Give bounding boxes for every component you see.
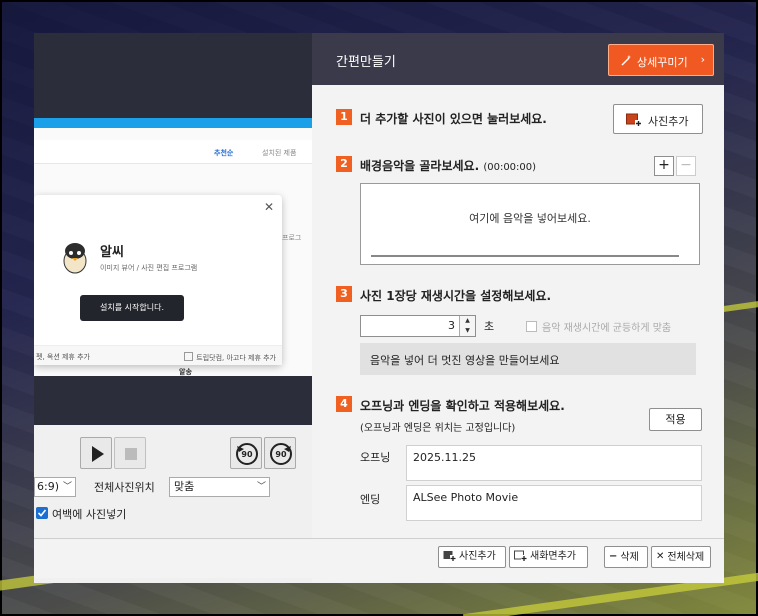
checkmark-icon (37, 509, 47, 517)
quick-make-panel: 간편만들기 상세꾸미기 › 1 더 추가할 사진이 있으면 눌러보세요. 사진추… (312, 33, 724, 583)
music-placeholder: 여기에 음악을 넣어보세요. (469, 212, 591, 225)
add-photo-button[interactable]: 사진추가 (613, 104, 703, 134)
ending-label: 엔딩 (360, 493, 381, 506)
add-music-button[interactable]: + (654, 156, 674, 176)
even-duration-checkbox[interactable] (526, 321, 537, 332)
photo-position-value: 맞춤 (174, 480, 195, 493)
music-scrollbar[interactable] (371, 255, 679, 257)
minus-icon: − (609, 551, 618, 562)
step-3-number: 3 (336, 286, 352, 302)
add-new-screen-label: 새화면추가 (530, 551, 576, 562)
side-text: 프로그 (282, 234, 302, 242)
margin-photo-label: 여백에 사진넣기 (52, 508, 127, 521)
magic-wand-icon (621, 55, 632, 66)
ending-field[interactable]: ALSee Photo Movie (406, 485, 702, 521)
music-duration: (00:00:00) (483, 162, 537, 173)
aspect-ratio-select[interactable]: 6:9) ﹀ (34, 477, 76, 497)
chevron-right-icon: › (700, 53, 705, 66)
step-1-number: 1 (336, 109, 352, 125)
step-4-text: 오프닝과 엔딩을 확인하고 적용해보세요. (360, 399, 565, 413)
delete-label: 삭제 (620, 552, 639, 563)
preview-header-bar (34, 118, 312, 128)
step-4-subtext: (오프닝과 엔딩은 위치는 고정입니다) (360, 423, 516, 434)
svg-text:90: 90 (241, 450, 253, 459)
delete-button[interactable]: − 삭제 (604, 546, 648, 568)
step-1-text: 더 추가할 사진이 있으면 눌러보세요. (360, 112, 547, 126)
forward-button[interactable]: 90 (264, 437, 296, 469)
bottom-add-photo-label: 사진추가 (459, 551, 496, 562)
rewind-button[interactable]: 90 (230, 437, 262, 469)
chevron-down-icon: ﹀ (62, 482, 72, 492)
photo-position-label: 전체사진위치 (94, 481, 155, 494)
footer-right-text[interactable]: 트립닷컴, 아고다 제휴 추가 (184, 352, 276, 363)
panel-title: 간편만들기 (336, 55, 396, 70)
delete-all-label: 전체삭제 (667, 552, 705, 563)
dialog-footer: 펫, 옥션 제휴 추가 트립닷컴, 아고다 제휴 추가 (34, 345, 282, 365)
even-duration-label: 음악 재생시간에 균등하게 맞춤 (542, 323, 672, 334)
add-screen-icon (514, 550, 527, 562)
music-drop-area[interactable]: 여기에 음악을 넣어보세요. (360, 183, 700, 265)
stop-button[interactable] (114, 437, 146, 469)
svg-text:90: 90 (275, 450, 287, 459)
photo-position-select[interactable]: 맞춤 ﹀ (169, 477, 270, 497)
add-photo-icon (443, 551, 456, 562)
photo-movie-window: 추천순 설치된 제품 프로그 알송 ✕ 알씨 이미지 뷰어 / 사진 편집 프로… (34, 33, 724, 583)
opening-field[interactable]: 2025.11.25 (406, 445, 702, 481)
install-dialog: ✕ 알씨 이미지 뷰어 / 사진 편집 프로그램 설치를 시작합니다. 펫, 옥… (34, 195, 282, 365)
mascot-icon (63, 243, 87, 274)
close-icon: ✕ (656, 551, 665, 562)
step-3-text: 사진 1장당 재생시간을 설정해보세요. (360, 289, 552, 303)
sort-label: 추천순 (214, 149, 234, 157)
remove-music-button[interactable]: − (676, 156, 696, 176)
step-2-number: 2 (336, 156, 352, 172)
detail-decorate-button[interactable]: 상세꾸미기 › (608, 44, 714, 76)
bottom-add-photo-button[interactable]: 사진추가 (438, 546, 506, 568)
preview-area: 추천순 설치된 제품 프로그 알송 ✕ 알씨 이미지 뷰어 / 사진 편집 프로… (34, 33, 312, 425)
apply-button[interactable]: 적용 (649, 408, 702, 431)
rotate-right-icon: 90 (270, 443, 292, 465)
step-2-text: 배경음악을 골라보세요. (00:00:00) (360, 157, 536, 174)
install-button[interactable]: 설치를 시작합니다. (80, 295, 184, 321)
duration-value: 3 (448, 319, 455, 332)
preview-panel: 추천순 설치된 제품 프로그 알송 ✕ 알씨 이미지 뷰어 / 사진 편집 프로… (34, 33, 312, 583)
aspect-ratio-value: 6:9) (37, 480, 59, 493)
stepper-arrows[interactable]: ▲ ▼ (459, 316, 475, 336)
add-photo-icon (626, 113, 642, 127)
add-new-screen-button[interactable]: 새화면추가 (509, 546, 588, 568)
music-note-text: 음악을 넣어 더 멋진 영상을 만들어보세요 (370, 354, 560, 367)
step-4-number: 4 (336, 396, 352, 412)
opening-label: 오프닝 (360, 451, 391, 464)
bottom-toolbar: 사진추가 새화면추가 − 삭제 ✕ 전체삭제 (34, 538, 724, 578)
detail-decorate-label: 상세꾸미기 (637, 56, 688, 69)
panel-header: 간편만들기 상세꾸미기 › (312, 33, 724, 85)
preview-toolbar: 추천순 설치된 제품 (34, 140, 312, 164)
stop-icon (125, 448, 137, 460)
duration-stepper[interactable]: 3 ▲ ▼ (360, 315, 476, 337)
installed-tab-label: 설치된 제품 (262, 149, 297, 157)
play-icon (92, 446, 104, 462)
add-photo-label: 사진추가 (648, 115, 689, 128)
dialog-app-desc: 이미지 뷰어 / 사진 편집 프로그램 (100, 264, 198, 272)
margin-photo-checkbox[interactable] (36, 507, 48, 519)
play-button[interactable] (80, 437, 112, 469)
behind-text: 알송 (179, 368, 192, 376)
music-note-box: 음악을 넣어 더 멋진 영상을 만들어보세요 (360, 343, 696, 375)
chevron-down-icon: ﹀ (256, 482, 266, 492)
delete-all-button[interactable]: ✕ 전체삭제 (651, 546, 711, 568)
rotate-left-icon: 90 (236, 443, 258, 465)
footer-left-text: 펫, 옥션 제휴 추가 (36, 353, 90, 361)
duration-unit: 초 (484, 320, 495, 333)
step-2-title: 배경음악을 골라보세요. (360, 159, 480, 173)
close-icon[interactable]: ✕ (264, 200, 274, 214)
dialog-app-name: 알씨 (100, 245, 124, 260)
